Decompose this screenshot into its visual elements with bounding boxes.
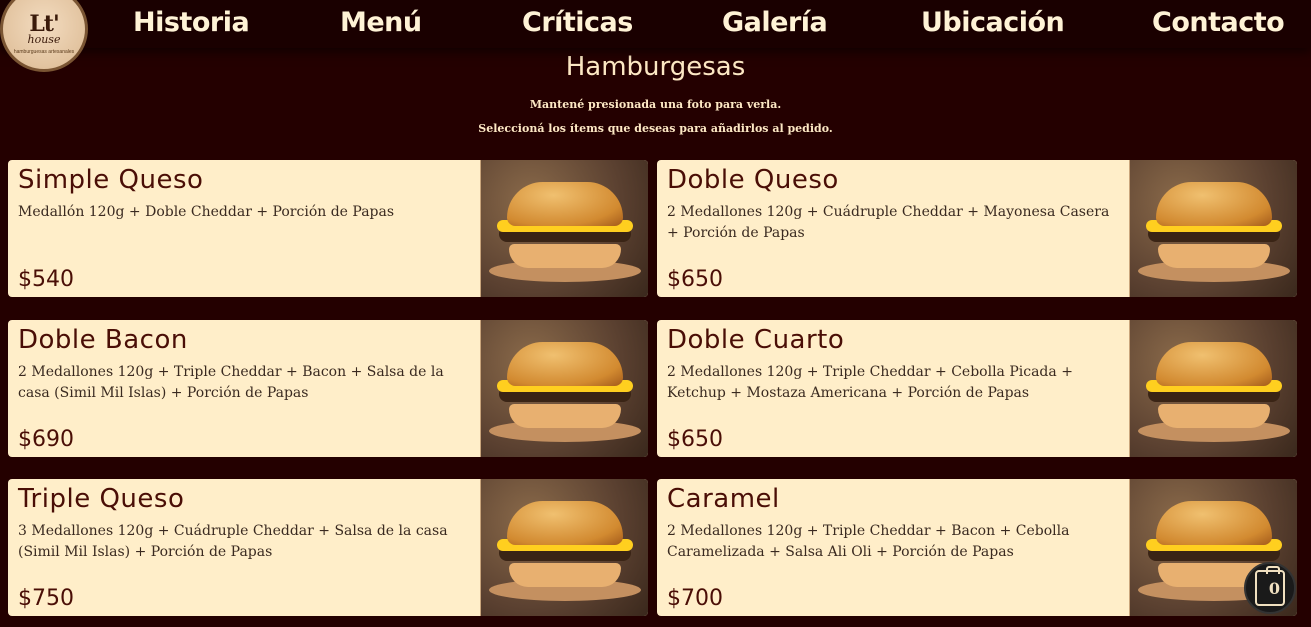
bun-bottom-shape — [509, 244, 621, 268]
bun-top-shape — [507, 182, 623, 226]
menu-item-card[interactable]: Caramel 2 Medallones 120g + Triple Chedd… — [657, 479, 1297, 616]
item-price: $750 — [18, 586, 74, 611]
item-name: Caramel — [667, 484, 780, 514]
item-name: Doble Cuarto — [667, 325, 845, 355]
item-description: 2 Medallones 120g + Cuádruple Cheddar + … — [667, 204, 1110, 241]
item-name: Triple Queso — [18, 484, 185, 514]
bun-top-shape — [1156, 182, 1272, 226]
card-text: Doble Cuarto 2 Medallones 120g + Triple … — [667, 324, 1122, 454]
top-navbar: Lt' house hamburguesas artesanales Histo… — [0, 0, 1311, 72]
burger-photo[interactable] — [1129, 160, 1297, 297]
item-price: $650 — [667, 267, 723, 292]
card-text: Doble Queso 2 Medallones 120g + Cuádrupl… — [667, 164, 1122, 294]
bun-bottom-shape — [1158, 404, 1270, 428]
nav-criticas[interactable]: Críticas — [522, 7, 633, 38]
item-name: Doble Bacon — [18, 325, 188, 355]
menu-item-card[interactable]: Doble Bacon 2 Medallones 120g + Triple C… — [8, 320, 648, 457]
item-description: Medallón 120g + Doble Cheddar + Porción … — [18, 204, 395, 220]
bun-top-shape — [1156, 342, 1272, 386]
item-name: Simple Queso — [18, 165, 204, 195]
card-text: Caramel 2 Medallones 120g + Triple Chedd… — [667, 483, 1122, 613]
hint-select-items: Seleccioná los ítems que deseas para aña… — [478, 122, 833, 135]
burger-photo[interactable] — [480, 479, 648, 616]
section-title: Hamburgesas — [565, 52, 746, 82]
bun-top-shape — [1156, 501, 1272, 545]
card-text: Doble Bacon 2 Medallones 120g + Triple C… — [18, 324, 473, 454]
burger-photo[interactable] — [1129, 320, 1297, 457]
clipboard-icon: 0 — [1255, 566, 1285, 606]
main-nav: Historia Menú Críticas Galería Ubicación… — [98, 0, 1311, 48]
hint-hold-photo: Mantené presionada una foto para verla. — [529, 98, 782, 111]
card-text: Triple Queso 3 Medallones 120g + Cuádrup… — [18, 483, 473, 613]
order-cart-button[interactable]: 0 — [1244, 562, 1296, 614]
bun-bottom-shape — [509, 404, 621, 428]
card-text: Simple Queso Medallón 120g + Doble Chedd… — [18, 164, 473, 294]
menu-item-card[interactable]: Doble Queso 2 Medallones 120g + Cuádrupl… — [657, 160, 1297, 297]
nav-galeria[interactable]: Galería — [722, 7, 828, 38]
burger-photo[interactable] — [480, 320, 648, 457]
logo-tagline: hamburguesas artesanales — [13, 49, 75, 55]
item-price: $690 — [18, 427, 74, 452]
item-description: 2 Medallones 120g + Triple Cheddar + Ceb… — [667, 364, 1073, 401]
bun-top-shape — [507, 501, 623, 545]
nav-historia[interactable]: Historia — [133, 7, 250, 38]
item-price: $700 — [667, 586, 723, 611]
nav-menu[interactable]: Menú — [340, 7, 422, 38]
nav-ubicacion[interactable]: Ubicación — [921, 7, 1065, 38]
nav-contacto[interactable]: Contacto — [1152, 7, 1285, 38]
item-name: Doble Queso — [667, 165, 839, 195]
order-count: 0 — [1268, 578, 1280, 598]
item-description: 2 Medallones 120g + Triple Cheddar + Bac… — [667, 523, 1070, 560]
bun-top-shape — [507, 342, 623, 386]
bun-bottom-shape — [1158, 244, 1270, 268]
menu-item-card[interactable]: Simple Queso Medallón 120g + Doble Chedd… — [8, 160, 648, 297]
item-price: $650 — [667, 427, 723, 452]
burger-photo[interactable] — [480, 160, 648, 297]
item-price: $540 — [18, 267, 74, 292]
menu-item-card[interactable]: Doble Cuarto 2 Medallones 120g + Triple … — [657, 320, 1297, 457]
item-description: 2 Medallones 120g + Triple Cheddar + Bac… — [18, 364, 444, 401]
menu-item-card[interactable]: Triple Queso 3 Medallones 120g + Cuádrup… — [8, 479, 648, 616]
bun-bottom-shape — [509, 563, 621, 587]
item-description: 3 Medallones 120g + Cuádruple Cheddar + … — [18, 523, 448, 560]
logo-sub-text: house — [27, 33, 61, 46]
